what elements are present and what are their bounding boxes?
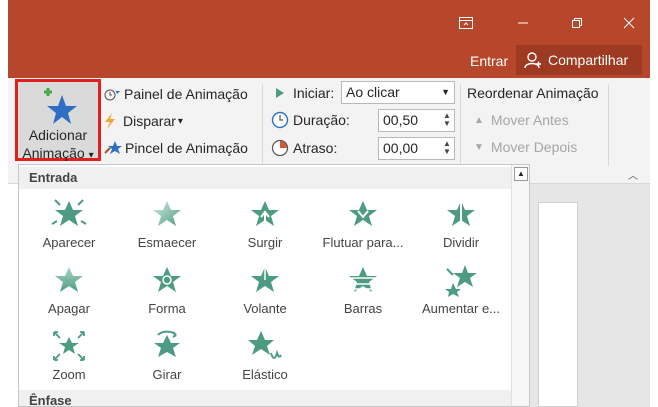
slide-canvas[interactable] (538, 202, 578, 407)
triangle-up-icon: ▲ (474, 114, 484, 126)
reorder-animation-label: Reordenar Animação (467, 85, 599, 101)
effect-flutuar[interactable]: Flutuar para... (315, 197, 411, 259)
effect-barras[interactable]: Barras (315, 263, 411, 325)
animation-gallery: Entrada Aparecer Esmaecer Surgir Flutuar… (18, 164, 530, 407)
ribbon-separator (262, 84, 263, 166)
clock-icon (271, 111, 289, 129)
start-select[interactable]: Ao clicar ▼ (341, 81, 455, 104)
random-bars-icon (349, 267, 377, 292)
effect-surgir[interactable]: Surgir (217, 197, 313, 259)
spinner-arrows-icon[interactable]: ▲ ▼ (442, 112, 452, 128)
effect-girar[interactable]: Girar (119, 329, 215, 391)
add-animation-button[interactable]: Adicionar Animação ▾ (15, 79, 101, 161)
animation-pane-icon (104, 87, 120, 101)
swivel-icon (154, 330, 180, 357)
duration-spinner[interactable]: 00,50 ▲ ▼ (378, 109, 455, 132)
share-button[interactable]: Compartilhar (516, 45, 642, 75)
triangle-down-icon: ▼ (474, 141, 484, 153)
float-in-icon (349, 201, 377, 226)
title-bar: Entrar Compartilhar (8, 0, 650, 78)
fly-in-icon (251, 201, 279, 229)
animation-painter-icon (104, 141, 122, 154)
scroll-up-icon[interactable]: ▲ (514, 167, 528, 181)
shape-icon (153, 267, 181, 292)
close-icon[interactable] (614, 12, 644, 34)
effect-esmaecer[interactable]: Esmaecer (119, 197, 215, 259)
duration-label: Duração: (271, 111, 350, 129)
effect-apagar[interactable]: Apagar (21, 263, 117, 325)
share-label: Compartilhar (548, 52, 629, 68)
split-icon (447, 201, 475, 227)
move-later-button[interactable]: ▼ Mover Depois (474, 139, 577, 155)
collapse-ribbon-icon[interactable]: ︿ (628, 167, 638, 182)
add-animation-label-1: Adicionar (28, 127, 88, 143)
appear-icon (51, 199, 87, 226)
section-entrance: Entrada (19, 167, 511, 189)
effect-zoom[interactable]: Zoom (21, 329, 117, 391)
minimize-icon[interactable] (508, 12, 538, 34)
wheel-icon (251, 267, 279, 292)
maximize-icon[interactable] (562, 12, 592, 34)
section-emphasis: Ênfase (19, 390, 511, 406)
sign-in-link[interactable]: Entrar (470, 53, 508, 69)
effect-volante[interactable]: Volante (217, 263, 313, 325)
zoom-icon (53, 331, 85, 361)
add-star-icon (44, 88, 77, 124)
fade-icon (153, 201, 181, 226)
ribbon-separator (608, 84, 609, 166)
grow-turn-icon (445, 265, 477, 297)
chevron-down-icon: ▼ (441, 87, 450, 97)
effect-aumentar[interactable]: Aumentar e... (413, 263, 509, 325)
trigger-dropdown[interactable]: Disparar ▾ (103, 112, 183, 130)
gallery-scrollbar[interactable]: ▲ (511, 165, 529, 406)
effect-elastico[interactable]: Elástico (217, 329, 313, 391)
effect-forma[interactable]: Forma (119, 263, 215, 325)
effect-aparecer[interactable]: Aparecer (21, 197, 117, 259)
ribbon-separator (460, 84, 461, 166)
animation-painter-button[interactable]: Pincel de Animação (103, 139, 248, 157)
add-animation-label-2: Animação ▾ (22, 145, 94, 161)
bounce-icon (248, 331, 282, 359)
effect-dividir[interactable]: Dividir (413, 197, 509, 259)
delay-label: Atraso: (271, 139, 337, 157)
spinner-arrows-icon[interactable]: ▲ ▼ (442, 140, 452, 156)
start-label: Iniciar: (273, 85, 334, 101)
wipe-icon (55, 267, 83, 292)
play-icon (276, 88, 284, 98)
delay-clock-icon (271, 139, 289, 157)
ribbon-display-options-icon[interactable] (451, 12, 481, 34)
lightning-icon (105, 113, 115, 129)
move-earlier-button[interactable]: ▲ Mover Antes (474, 112, 569, 128)
animation-pane-button[interactable]: Painel de Animação (103, 85, 248, 103)
delay-spinner[interactable]: 00,00 ▲ ▼ (378, 137, 455, 160)
person-icon (524, 52, 541, 69)
